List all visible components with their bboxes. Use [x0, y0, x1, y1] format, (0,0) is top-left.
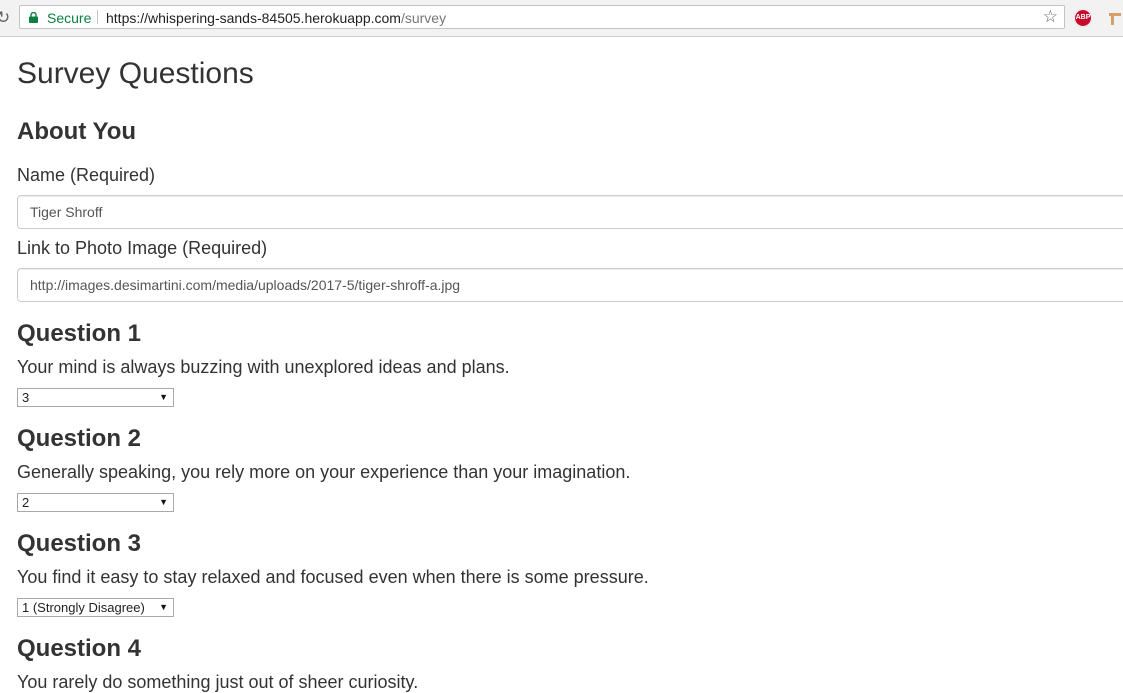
dropdown-arrow-icon: ▼: [159, 392, 168, 402]
question-2-text: Generally speaking, you rely more on you…: [17, 462, 631, 482]
question-3-select[interactable]: 1 (Strongly Disagree) ▼: [17, 598, 174, 617]
bookmark-star-icon[interactable]: ☆: [1043, 7, 1058, 27]
question-1-heading: Question 1: [17, 320, 142, 347]
page-title: Survey Questions: [17, 57, 254, 90]
photo-link-input[interactable]: [17, 268, 1123, 302]
adblock-plus-icon[interactable]: ABP: [1074, 9, 1092, 27]
question-1-text: Your mind is always buzzing with unexplo…: [17, 357, 510, 377]
question-4-heading: Question 4: [17, 635, 142, 662]
browser-toolbar: ↻ Secure https://whispering-sands-84505.…: [0, 0, 1123, 37]
reload-icon[interactable]: ↻: [0, 8, 10, 28]
address-bar[interactable]: Secure https://whispering-sands-84505.he…: [19, 5, 1065, 29]
question-2-selected-value: 2: [22, 495, 30, 510]
url-path: /survey: [400, 10, 447, 26]
lock-icon: [29, 12, 38, 23]
url-host: https://whispering-sands-84505.herokuapp…: [106, 10, 401, 26]
url-text[interactable]: https://whispering-sands-84505.herokuapp…: [106, 10, 446, 26]
photo-link-label: Link to Photo Image (Required): [17, 238, 268, 258]
question-2-heading: Question 2: [17, 425, 142, 452]
question-3-text: You find it easy to stay relaxed and foc…: [17, 567, 649, 587]
dropdown-arrow-icon: ▼: [159, 497, 168, 507]
name-input[interactable]: [17, 195, 1123, 229]
question-3-heading: Question 3: [17, 530, 142, 557]
extension-icon[interactable]: [1107, 10, 1123, 26]
dropdown-arrow-icon: ▼: [159, 602, 168, 612]
question-4-text: You rarely do something just out of shee…: [17, 672, 419, 692]
secure-label: Secure: [47, 10, 92, 26]
question-1-selected-value: 3: [22, 390, 30, 405]
name-label: Name (Required): [17, 165, 156, 185]
question-1-select[interactable]: 3 ▼: [17, 388, 174, 407]
omnibox-divider: [97, 10, 98, 24]
question-3-selected-value: 1 (Strongly Disagree): [22, 600, 145, 615]
question-2-select[interactable]: 2 ▼: [17, 493, 174, 512]
about-you-heading: About You: [17, 118, 137, 145]
